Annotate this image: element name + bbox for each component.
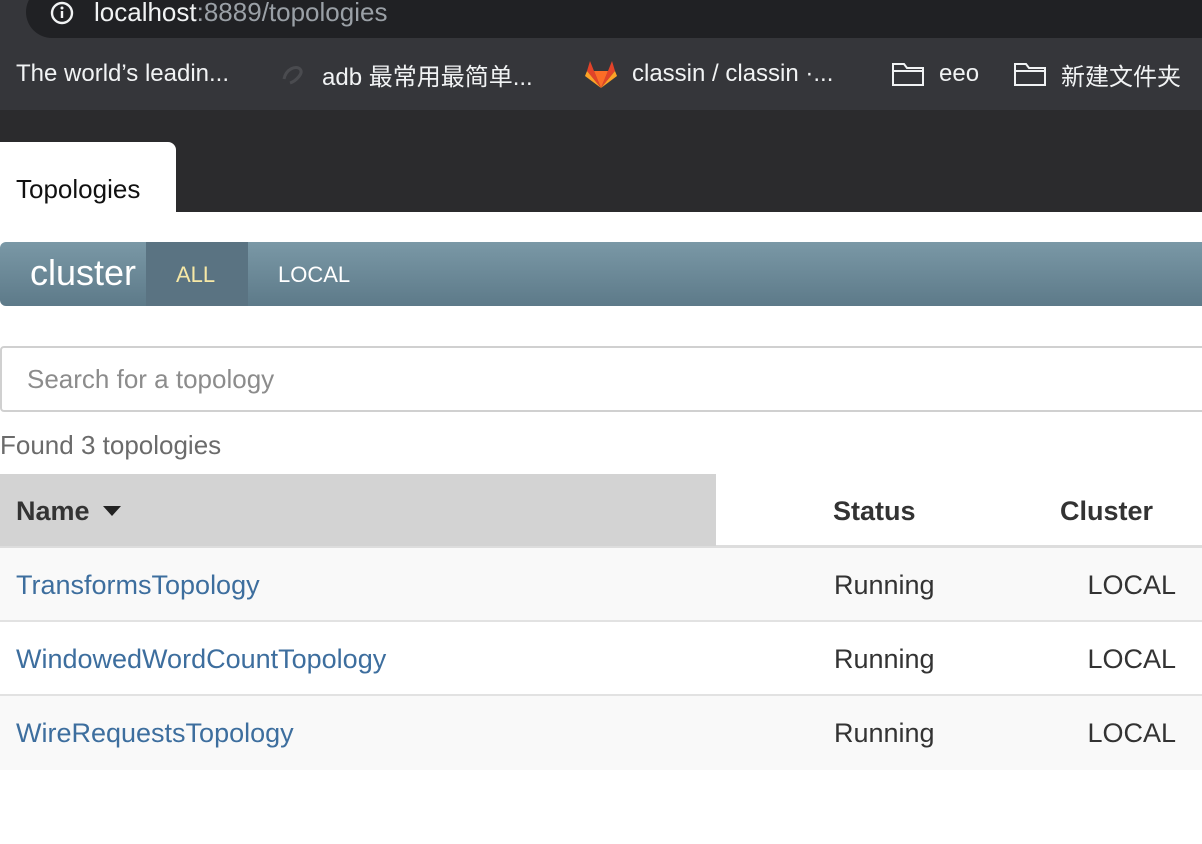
cluster-title: cluster bbox=[30, 252, 137, 293]
column-header-status[interactable]: Status bbox=[833, 496, 916, 527]
gitlab-icon bbox=[584, 58, 618, 90]
bookmark-label: The world’s leadin... bbox=[16, 60, 229, 87]
topology-cluster: LOCAL bbox=[1087, 644, 1176, 674]
topology-cluster: LOCAL bbox=[1087, 718, 1176, 748]
app-header: Topologies bbox=[0, 110, 1202, 212]
bookmark-item[interactable]: classin / classin ·... bbox=[584, 52, 833, 96]
cluster-filter-label: ALL bbox=[176, 262, 216, 287]
results-count: Found 3 topologies bbox=[0, 430, 222, 460]
folder-icon bbox=[1013, 61, 1047, 87]
url-host: localhost bbox=[94, 0, 197, 27]
column-header-label: Name bbox=[16, 496, 90, 526]
topology-cluster: LOCAL bbox=[1087, 570, 1176, 600]
bookmark-label: eeo bbox=[939, 60, 980, 87]
table-row: WireRequestsTopology Running LOCAL bbox=[0, 696, 1202, 770]
column-header-cluster[interactable]: Cluster bbox=[1060, 496, 1153, 527]
page-icon bbox=[278, 59, 308, 89]
bookmark-item[interactable]: eeo bbox=[891, 52, 979, 96]
bookmarks-bar: The world’s leadin... adb 最常用最简单... clas… bbox=[0, 52, 1202, 96]
bookmark-item[interactable]: The world’s leadin... bbox=[16, 52, 229, 96]
bookmark-label: classin / classin ·... bbox=[632, 60, 834, 87]
cluster-filter-bar: cluster ALL LOCAL bbox=[0, 242, 1202, 306]
column-header-name[interactable]: Name bbox=[0, 474, 716, 546]
table-header: Name Status Cluster bbox=[0, 474, 1202, 548]
table-row: TransformsTopology Running LOCAL bbox=[0, 548, 1202, 622]
browser-chrome: localhost:8889/topologies The world’s le… bbox=[0, 0, 1202, 110]
address-bar[interactable]: localhost:8889/topologies bbox=[26, 0, 1202, 38]
cluster-filter-local[interactable]: LOCAL bbox=[278, 262, 350, 288]
tab-topologies[interactable]: Topologies bbox=[0, 142, 176, 212]
bookmark-item[interactable]: 新建文件夹 bbox=[1013, 52, 1181, 96]
url-text[interactable]: localhost:8889/topologies bbox=[94, 0, 387, 27]
table-row: WindowedWordCountTopology Running LOCAL bbox=[0, 622, 1202, 696]
sort-caret-icon bbox=[103, 506, 121, 516]
topology-status: Running bbox=[834, 718, 935, 748]
tab-label: Topologies bbox=[16, 174, 141, 204]
topology-link[interactable]: WireRequestsTopology bbox=[16, 718, 294, 749]
info-icon[interactable] bbox=[50, 1, 74, 25]
bookmark-label: 新建文件夹 bbox=[1061, 63, 1181, 91]
topology-status: Running bbox=[834, 644, 935, 674]
topology-link[interactable]: TransformsTopology bbox=[16, 570, 260, 601]
topology-status: Running bbox=[834, 570, 935, 600]
bookmark-item[interactable]: adb 最常用最简单... bbox=[278, 52, 533, 96]
topology-link[interactable]: WindowedWordCountTopology bbox=[16, 644, 386, 675]
topology-search-input[interactable] bbox=[0, 346, 1202, 412]
url-path: :8889/topologies bbox=[196, 0, 388, 27]
cluster-filter-all[interactable]: ALL bbox=[146, 242, 248, 306]
folder-icon bbox=[891, 61, 925, 87]
bookmark-label: adb 最常用最简单... bbox=[322, 63, 533, 91]
